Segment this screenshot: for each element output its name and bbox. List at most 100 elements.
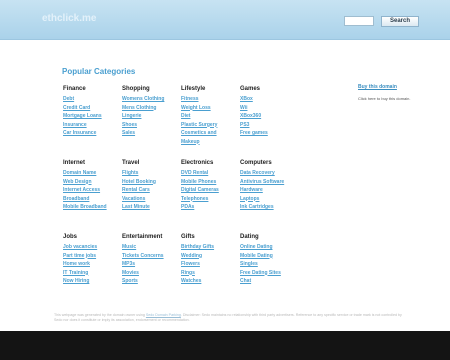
category-link[interactable]: Laptops (240, 195, 296, 204)
category-link[interactable]: Mens Clothing (122, 104, 178, 113)
category-link[interactable]: Data Recovery (240, 169, 296, 178)
category-links: Data Recovery Antivirus Software Hardwar… (240, 169, 296, 212)
category-link[interactable]: Fitness (181, 95, 237, 104)
category-link[interactable]: XBox (240, 95, 296, 104)
category-link[interactable]: Telephones (181, 195, 237, 204)
category-link[interactable]: PDAs (181, 203, 237, 212)
category-column-finance: Finance Debt Credit Card Mortgage Loans … (63, 85, 119, 138)
category-links: Debt Credit Card Mortgage Loans Insuranc… (63, 95, 119, 138)
category-link[interactable]: DVD Rental (181, 169, 237, 178)
category-link[interactable]: PS3 (240, 121, 296, 130)
popular-categories-title: Popular Categories (62, 67, 136, 76)
site-logo[interactable]: ethclick.me (42, 13, 96, 24)
category-link[interactable]: Lingerie (122, 112, 178, 121)
category-link[interactable]: Mobile Broadband (63, 203, 119, 212)
category-link[interactable]: Weight Loss (181, 104, 237, 113)
category-column-shopping: Shopping Womens Clothing Mens Clothing L… (122, 85, 178, 138)
category-link[interactable]: Flights (122, 169, 178, 178)
category-link[interactable]: Wii (240, 104, 296, 113)
category-title: Entertainment (122, 234, 163, 240)
category-link[interactable]: Tickets Concerns (122, 252, 178, 261)
category-link[interactable]: Domain Name (63, 169, 119, 178)
category-link[interactable]: Plastic Surgery (181, 121, 237, 130)
category-title: Jobs (63, 234, 78, 240)
footer-band (0, 331, 450, 360)
category-link[interactable]: Debt (63, 95, 119, 104)
category-link[interactable]: Now Hiring (63, 277, 119, 286)
category-column-internet: Internet Domain Name Web Design Internet… (63, 159, 119, 212)
category-links: DVD Rental Mobile Phones Digital Cameras… (181, 169, 237, 212)
category-link[interactable]: Wedding (181, 252, 237, 261)
category-link[interactable]: Free Dating Sites (240, 269, 296, 278)
category-link[interactable]: Job vacancies (63, 243, 119, 252)
category-link[interactable]: Birthday Gifts (181, 243, 237, 252)
category-title: Finance (63, 86, 86, 92)
category-link[interactable]: Ink Cartridges (240, 203, 296, 212)
category-link[interactable]: MP3s (122, 260, 178, 269)
disclaimer-text: This webpage was generated by the domain… (54, 313, 146, 317)
category-links: Womens Clothing Mens Clothing Lingerie S… (122, 95, 178, 138)
category-title: Shopping (122, 86, 150, 92)
category-link[interactable]: Part time jobs (63, 252, 119, 261)
category-links: Flights Hotel Booking Rental Cars Vacati… (122, 169, 178, 212)
category-link[interactable]: Diet (181, 112, 237, 121)
category-link[interactable]: Mortgage Loans (63, 112, 119, 121)
category-link[interactable]: Music (122, 243, 178, 252)
category-title: Electronics (181, 160, 214, 166)
category-link[interactable]: Sales (122, 129, 178, 138)
category-link[interactable]: Vacations (122, 195, 178, 204)
category-link[interactable]: Movies (122, 269, 178, 278)
sedo-parking-link[interactable]: Sedo Domain Parking (146, 313, 181, 317)
category-link[interactable]: XBox360 (240, 112, 296, 121)
category-link[interactable]: Digital Cameras (181, 186, 237, 195)
search-input[interactable] (344, 16, 374, 26)
category-link[interactable]: Makeup (181, 138, 237, 147)
category-links: XBox Wii XBox360 PS3 Free games (240, 95, 296, 138)
category-link[interactable]: Internet Access (63, 186, 119, 195)
category-link[interactable]: Hotel Booking (122, 178, 178, 187)
category-links: Job vacancies Part time jobs Home work I… (63, 243, 119, 286)
buy-domain-link[interactable]: Buy this domain (358, 84, 397, 90)
category-link[interactable]: Mobile Phones (181, 178, 237, 187)
category-title: Travel (122, 160, 140, 166)
buy-domain-text: Click here to buy this domain. (358, 96, 411, 101)
category-link[interactable]: Insurance (63, 121, 119, 130)
category-column-gifts: Gifts Birthday Gifts Wedding Flowers Rin… (181, 233, 237, 286)
category-link[interactable]: Shoes (122, 121, 178, 130)
category-column-computers: Computers Data Recovery Antivirus Softwa… (240, 159, 296, 212)
category-title: Computers (240, 160, 272, 166)
category-column-entertainment: Entertainment Music Tickets Concerns MP3… (122, 233, 178, 286)
category-title: Lifestyle (181, 86, 206, 92)
category-link[interactable]: Car Insurance (63, 129, 119, 138)
category-links: Birthday Gifts Wedding Flowers Rings Wat… (181, 243, 237, 286)
category-link[interactable]: IT Training (63, 269, 119, 278)
category-link[interactable]: Free games (240, 129, 296, 138)
category-link[interactable]: Credit Card (63, 104, 119, 113)
category-column-dating: Dating Online Dating Mobile Dating Singl… (240, 233, 296, 286)
category-title: Games (240, 86, 261, 92)
category-link[interactable]: Flowers (181, 260, 237, 269)
category-link[interactable]: Cosmetics and (181, 129, 237, 138)
search-button[interactable]: Search (381, 16, 419, 27)
category-link[interactable]: Chat (240, 277, 296, 286)
category-link[interactable]: Rental Cars (122, 186, 178, 195)
category-title: Internet (63, 160, 86, 166)
category-link[interactable]: Online Dating (240, 243, 296, 252)
category-link[interactable]: Antivirus Software (240, 178, 296, 187)
category-link[interactable]: Mobile Dating (240, 252, 296, 261)
category-links: Fitness Weight Loss Diet Plastic Surgery… (181, 95, 237, 146)
category-link[interactable]: Watches (181, 277, 237, 286)
category-links: Online Dating Mobile Dating Singles Free… (240, 243, 296, 286)
category-link[interactable]: Broadband (63, 195, 119, 204)
category-links: Domain Name Web Design Internet Access B… (63, 169, 119, 212)
category-column-travel: Travel Flights Hotel Booking Rental Cars… (122, 159, 178, 212)
category-link[interactable]: Home work (63, 260, 119, 269)
category-link[interactable]: Web Design (63, 178, 119, 187)
category-link[interactable]: Sports (122, 277, 178, 286)
category-link[interactable]: Womens Clothing (122, 95, 178, 104)
category-column-jobs: Jobs Job vacancies Part time jobs Home w… (63, 233, 119, 286)
category-link[interactable]: Hardware (240, 186, 296, 195)
category-link[interactable]: Rings (181, 269, 237, 278)
category-link[interactable]: Singles (240, 260, 296, 269)
category-link[interactable]: Last Minute (122, 203, 178, 212)
